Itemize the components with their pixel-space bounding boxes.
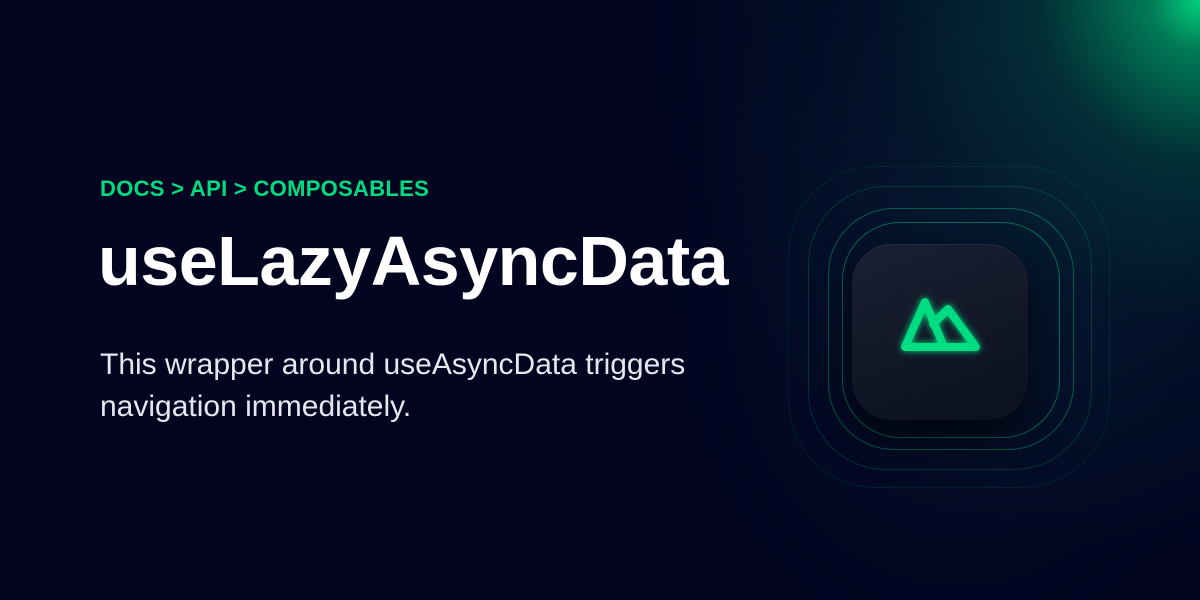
page-title: useLazyAsyncData — [98, 222, 729, 300]
og-card: DOCS > API > COMPOSABLES useLazyAsyncDat… — [0, 0, 1200, 600]
logo-tile — [852, 244, 1028, 420]
breadcrumb: DOCS > API > COMPOSABLES — [100, 176, 430, 201]
nuxt-logo-icon — [901, 298, 980, 351]
page-description: This wrapper around useAsyncData trigger… — [100, 348, 686, 423]
